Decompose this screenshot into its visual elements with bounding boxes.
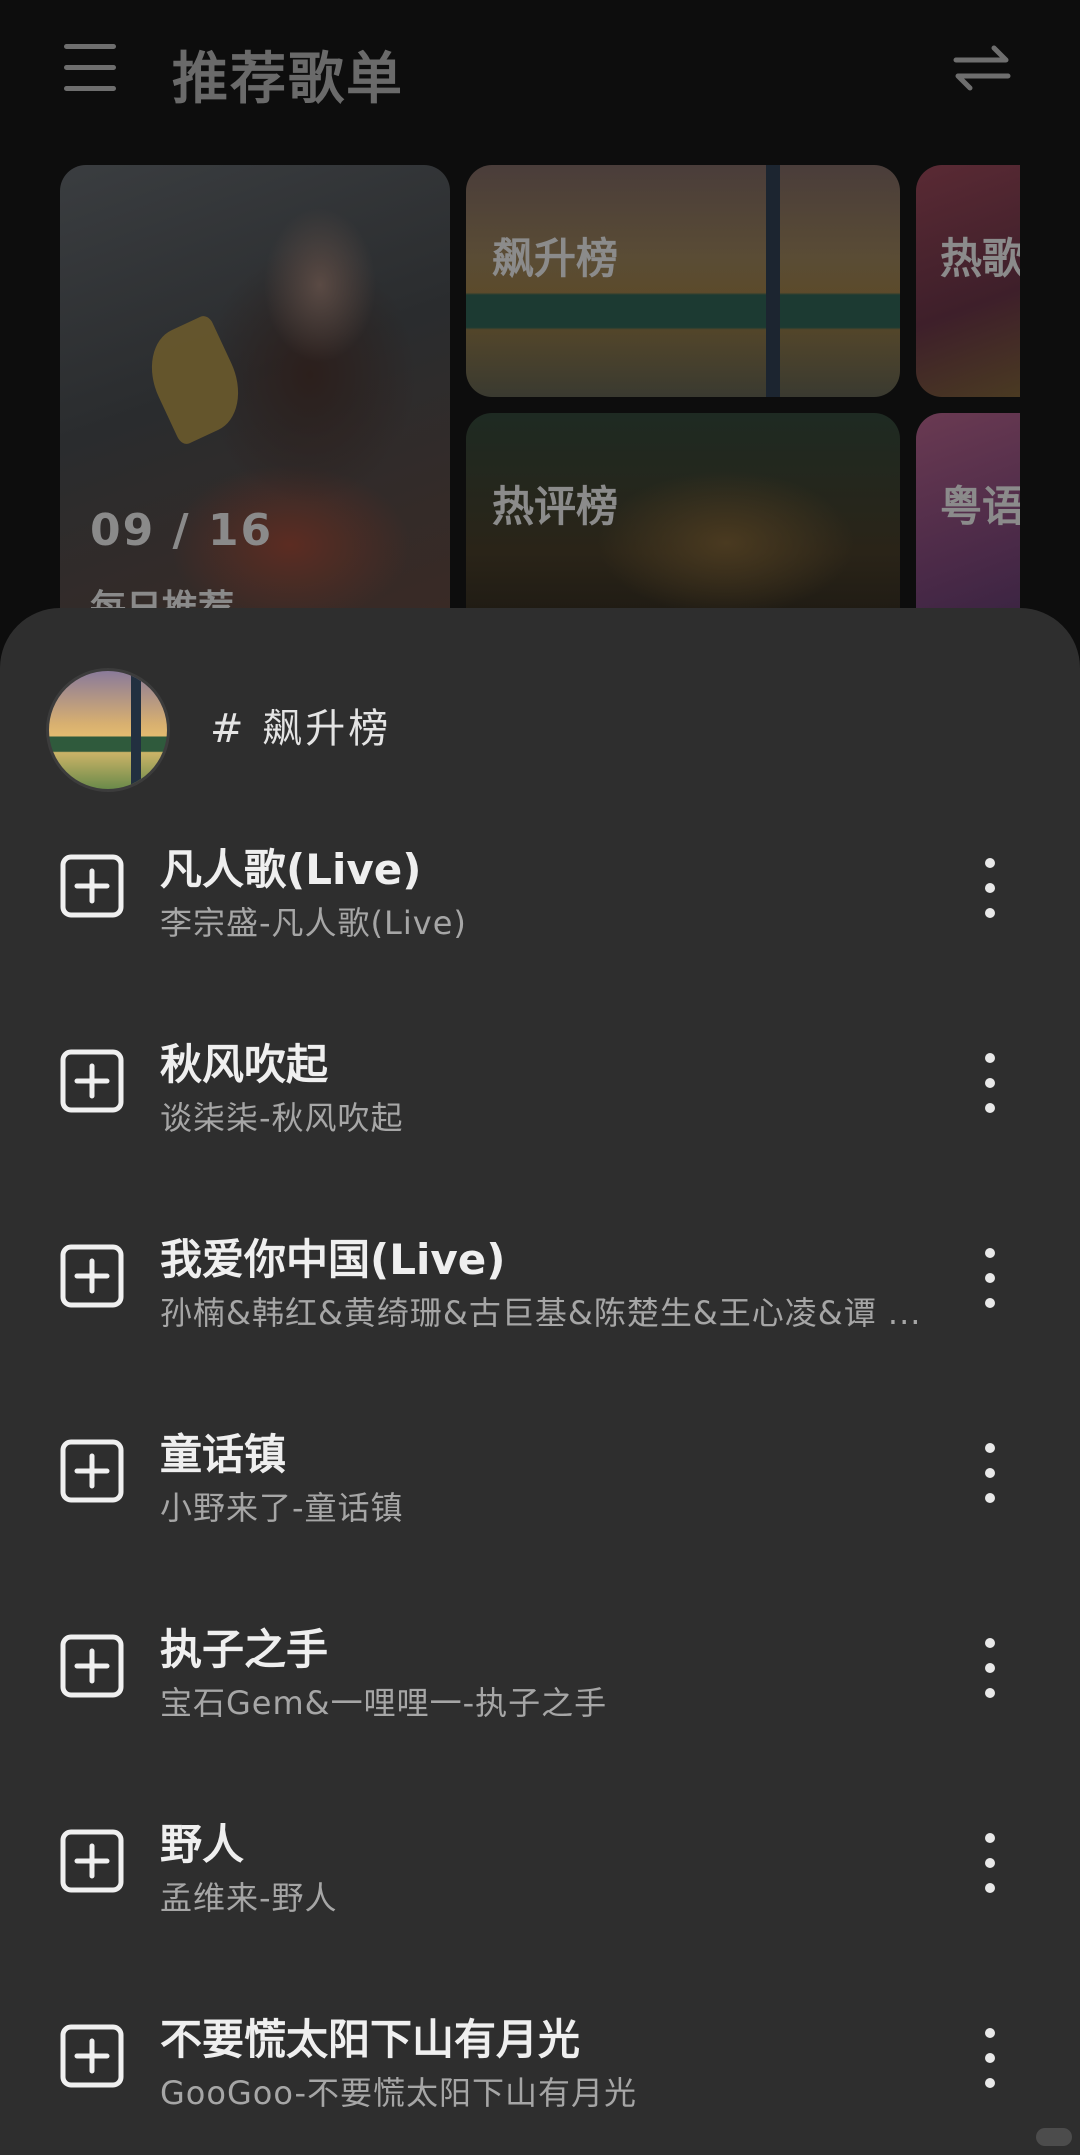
screen: 推荐歌单 09 / 16 每日推荐 飙升榜 热评榜 热歌 粤语 (0, 0, 1080, 2155)
song-title: 凡人歌(Live) (160, 845, 422, 894)
hot-songs-card[interactable]: 热歌 (916, 165, 1020, 397)
song-row[interactable]: 野人 孟维来-野人 (0, 1783, 1080, 1978)
top-app-bar: 推荐歌单 (0, 0, 1080, 140)
song-subtitle: 李宗盛-凡人歌(Live) (160, 904, 467, 942)
watermark-badge (1036, 2128, 1072, 2146)
song-subtitle: GooGoo-不要慌太阳下山有月光 (160, 2074, 638, 2112)
more-options-icon[interactable] (972, 1632, 1008, 1704)
hot-comment-label: 热评榜 (492, 482, 619, 531)
add-to-queue-icon[interactable] (60, 1244, 124, 1308)
more-options-icon[interactable] (972, 1827, 1008, 1899)
song-subtitle: 孙楠&韩红&黄绮珊&古巨基&陈楚生&王心凌&谭 ... (160, 1294, 922, 1332)
song-subtitle: 谈柒柒-秋风吹起 (160, 1099, 404, 1137)
song-subtitle: 孟维来-野人 (160, 1879, 338, 1917)
song-row[interactable]: 童话镇 小野来了-童话镇 (0, 1393, 1080, 1588)
swap-arrows-icon[interactable] (950, 42, 1014, 94)
window-frame-decoration (766, 165, 780, 397)
leaf-decoration (135, 313, 255, 447)
more-options-icon[interactable] (972, 1242, 1008, 1314)
add-to-queue-icon[interactable] (60, 1439, 124, 1503)
rise-chart-label: 飙升榜 (492, 234, 619, 283)
hot-songs-label: 热歌 (940, 234, 1020, 283)
song-title: 我爱你中国(Live) (160, 1235, 506, 1284)
cantonese-label: 粤语 (940, 482, 1020, 531)
song-subtitle: 宝石Gem&一哩哩一-执子之手 (160, 1684, 608, 1722)
recommend-cards: 09 / 16 每日推荐 飙升榜 热评榜 热歌 粤语 (0, 165, 1080, 645)
song-list: 凡人歌(Live) 李宗盛-凡人歌(Live) 秋风吹起 谈柒柒-秋风吹起 我爱… (0, 808, 1080, 2155)
daily-date: 09 / 16 (90, 505, 274, 556)
add-to-queue-icon[interactable] (60, 854, 124, 918)
add-to-queue-icon[interactable] (60, 1829, 124, 1893)
song-row[interactable]: 凡人歌(Live) 李宗盛-凡人歌(Live) (0, 808, 1080, 1003)
song-row[interactable]: 我爱你中国(Live) 孙楠&韩红&黄绮珊&古巨基&陈楚生&王心凌&谭 ... (0, 1198, 1080, 1393)
page-title: 推荐歌单 (172, 47, 404, 112)
hamburger-menu-icon[interactable] (60, 42, 120, 94)
playlist-bottom-sheet: # 飙升榜 凡人歌(Live) 李宗盛-凡人歌(Live) 秋风吹起 谈柒柒-秋… (0, 608, 1080, 2155)
add-to-queue-icon[interactable] (60, 1049, 124, 1113)
song-title: 秋风吹起 (160, 1040, 329, 1089)
song-title: 执子之手 (160, 1625, 329, 1674)
add-to-queue-icon[interactable] (60, 2024, 124, 2088)
song-title: 童话镇 (160, 1430, 287, 1479)
playlist-header: # 飙升榜 (0, 668, 1080, 798)
playlist-title: # 飙升榜 (210, 706, 392, 752)
more-options-icon[interactable] (972, 2022, 1008, 2094)
song-title: 野人 (160, 1820, 245, 1869)
daily-recommend-card[interactable]: 09 / 16 每日推荐 (60, 165, 450, 645)
rise-chart-card[interactable]: 飙升榜 (466, 165, 900, 397)
more-options-icon[interactable] (972, 852, 1008, 924)
song-row[interactable]: 不要慌太阳下山有月光 GooGoo-不要慌太阳下山有月光 (0, 1978, 1080, 2155)
song-title: 不要慌太阳下山有月光 (160, 2015, 581, 2064)
playlist-cover-avatar (46, 668, 170, 792)
more-options-icon[interactable] (972, 1437, 1008, 1509)
song-row[interactable]: 执子之手 宝石Gem&一哩哩一-执子之手 (0, 1588, 1080, 1783)
cover-frame-decoration (131, 671, 141, 789)
add-to-queue-icon[interactable] (60, 1634, 124, 1698)
song-row[interactable]: 秋风吹起 谈柒柒-秋风吹起 (0, 1003, 1080, 1198)
more-options-icon[interactable] (972, 1047, 1008, 1119)
song-subtitle: 小野来了-童话镇 (160, 1489, 404, 1527)
